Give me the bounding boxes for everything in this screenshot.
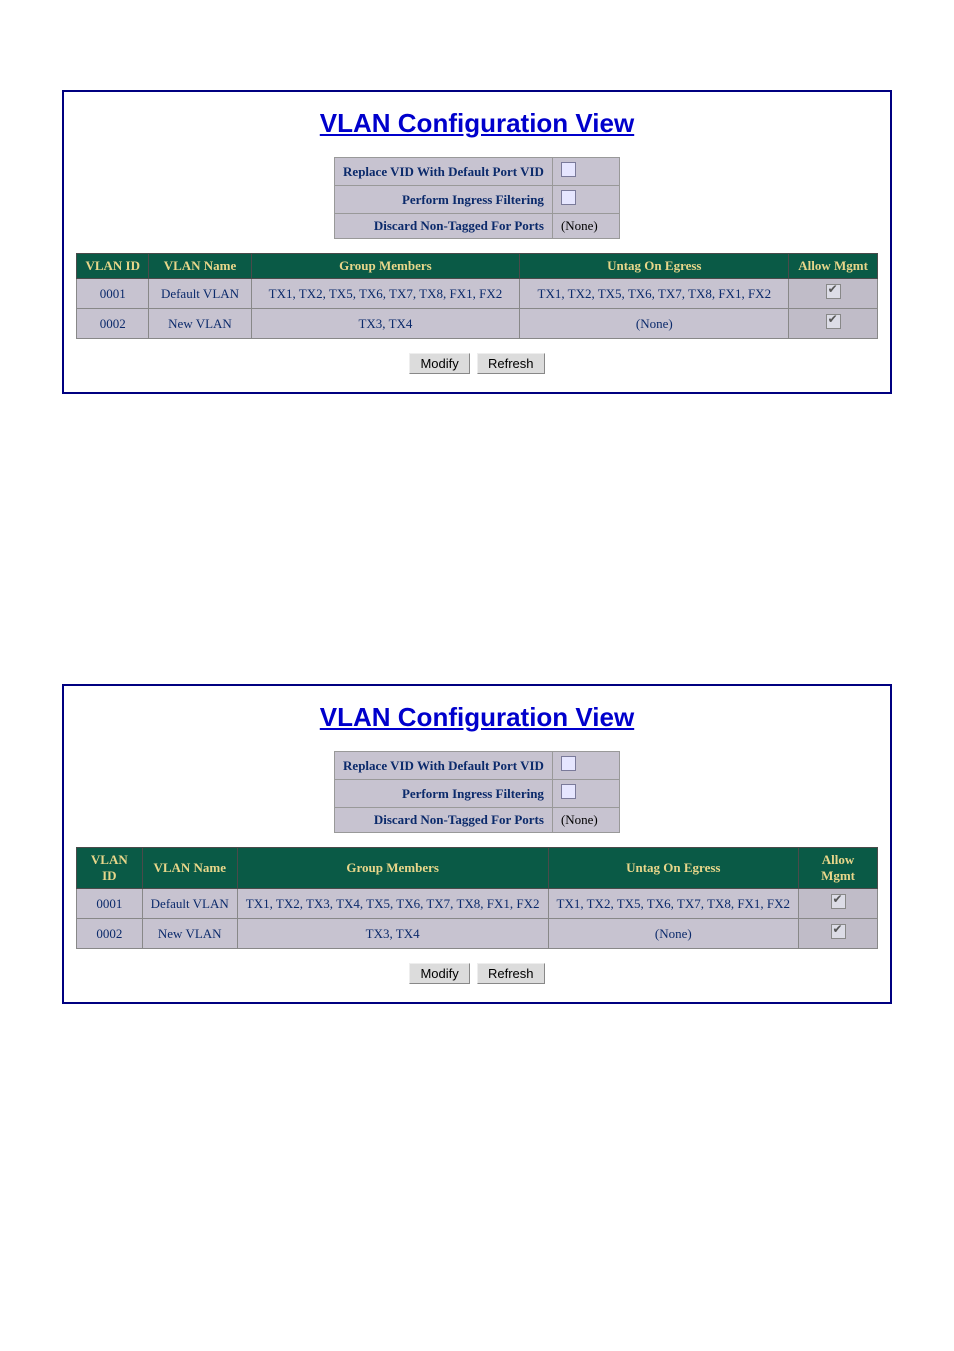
col-vlan-name: VLAN Name (142, 848, 237, 889)
setting-label: Perform Ingress Filtering (335, 780, 553, 808)
cell-vlan-name: Default VLAN (149, 279, 251, 309)
table-row: 0002 New VLAN TX3, TX4 (None) (77, 919, 878, 949)
col-untag-egress: Untag On Egress (520, 254, 789, 279)
setting-row-replace-vid: Replace VID With Default Port VID (335, 752, 620, 780)
vlan-header-row: VLAN ID VLAN Name Group Members Untag On… (77, 254, 878, 279)
vlan-config-panel: VLAN Configuration View Replace VID With… (62, 90, 892, 394)
col-untag-egress: Untag On Egress (548, 848, 799, 889)
checkbox-allow-mgmt[interactable] (831, 924, 846, 939)
cell-vlan-id: 0001 (77, 889, 143, 919)
settings-table-wrap: Replace VID With Default Port VID Perfor… (64, 751, 890, 833)
settings-table: Replace VID With Default Port VID Perfor… (334, 751, 620, 833)
cell-vlan-id: 0001 (77, 279, 149, 309)
button-row: Modify Refresh (64, 963, 890, 984)
panel-gap (0, 394, 954, 594)
cell-vlan-name: Default VLAN (142, 889, 237, 919)
vlan-header-row: VLAN ID VLAN Name Group Members Untag On… (77, 848, 878, 889)
setting-value (552, 158, 619, 186)
title-heading: VLAN Configuration View (320, 702, 634, 732)
setting-label: Discard Non-Tagged For Ports (335, 214, 553, 239)
setting-row-ingress-filter: Perform Ingress Filtering (335, 186, 620, 214)
col-group-members: Group Members (251, 254, 520, 279)
setting-row-replace-vid: Replace VID With Default Port VID (335, 158, 620, 186)
setting-label: Perform Ingress Filtering (335, 186, 553, 214)
checkbox-allow-mgmt[interactable] (831, 894, 846, 909)
page-title: VLAN Configuration View (64, 108, 890, 139)
cell-allow-mgmt (799, 889, 878, 919)
cell-allow-mgmt (799, 919, 878, 949)
cell-vlan-id: 0002 (77, 309, 149, 339)
cell-untag-egress: TX1, TX2, TX5, TX6, TX7, TX8, FX1, FX2 (520, 279, 789, 309)
vlan-table-wrap: VLAN ID VLAN Name Group Members Untag On… (64, 253, 890, 339)
checkbox-ingress-filter[interactable] (561, 784, 576, 799)
title-heading: VLAN Configuration View (320, 108, 634, 138)
col-allow-mgmt: Allow Mgmt (789, 254, 878, 279)
settings-table-wrap: Replace VID With Default Port VID Perfor… (64, 157, 890, 239)
setting-row-ingress-filter: Perform Ingress Filtering (335, 780, 620, 808)
setting-value (552, 780, 619, 808)
vlan-table: VLAN ID VLAN Name Group Members Untag On… (76, 253, 878, 339)
table-row: 0002 New VLAN TX3, TX4 (None) (77, 309, 878, 339)
cell-untag-egress: (None) (548, 919, 799, 949)
cell-group-members: TX3, TX4 (237, 919, 548, 949)
cell-allow-mgmt (789, 309, 878, 339)
col-vlan-id: VLAN ID (77, 254, 149, 279)
cell-group-members: TX1, TX2, TX3, TX4, TX5, TX6, TX7, TX8, … (237, 889, 548, 919)
cell-untag-egress: TX1, TX2, TX5, TX6, TX7, TX8, FX1, FX2 (548, 889, 799, 919)
col-allow-mgmt: Allow Mgmt (799, 848, 878, 889)
cell-untag-egress: (None) (520, 309, 789, 339)
col-vlan-name: VLAN Name (149, 254, 251, 279)
checkbox-replace-vid[interactable] (561, 756, 576, 771)
page-title: VLAN Configuration View (64, 702, 890, 733)
setting-row-discard-nontagged: Discard Non-Tagged For Ports (None) (335, 808, 620, 833)
cell-vlan-name: New VLAN (149, 309, 251, 339)
cell-group-members: TX3, TX4 (251, 309, 520, 339)
table-row: 0001 Default VLAN TX1, TX2, TX3, TX4, TX… (77, 889, 878, 919)
setting-label: Discard Non-Tagged For Ports (335, 808, 553, 833)
checkbox-allow-mgmt[interactable] (826, 314, 841, 329)
setting-label: Replace VID With Default Port VID (335, 752, 553, 780)
setting-value (552, 186, 619, 214)
cell-allow-mgmt (789, 279, 878, 309)
setting-row-discard-nontagged: Discard Non-Tagged For Ports (None) (335, 214, 620, 239)
setting-value (552, 752, 619, 780)
col-vlan-id: VLAN ID (77, 848, 143, 889)
cell-group-members: TX1, TX2, TX5, TX6, TX7, TX8, FX1, FX2 (251, 279, 520, 309)
settings-table: Replace VID With Default Port VID Perfor… (334, 157, 620, 239)
button-row: Modify Refresh (64, 353, 890, 374)
checkbox-allow-mgmt[interactable] (826, 284, 841, 299)
refresh-button[interactable]: Refresh (477, 963, 545, 984)
table-row: 0001 Default VLAN TX1, TX2, TX5, TX6, TX… (77, 279, 878, 309)
setting-label: Replace VID With Default Port VID (335, 158, 553, 186)
vlan-config-panel: VLAN Configuration View Replace VID With… (62, 684, 892, 1004)
modify-button[interactable]: Modify (409, 353, 469, 374)
modify-button[interactable]: Modify (409, 963, 469, 984)
col-group-members: Group Members (237, 848, 548, 889)
cell-vlan-name: New VLAN (142, 919, 237, 949)
vlan-table-wrap: VLAN ID VLAN Name Group Members Untag On… (64, 847, 890, 949)
setting-value: (None) (552, 808, 619, 833)
checkbox-ingress-filter[interactable] (561, 190, 576, 205)
cell-vlan-id: 0002 (77, 919, 143, 949)
vlan-table: VLAN ID VLAN Name Group Members Untag On… (76, 847, 878, 949)
refresh-button[interactable]: Refresh (477, 353, 545, 374)
setting-value: (None) (552, 214, 619, 239)
checkbox-replace-vid[interactable] (561, 162, 576, 177)
